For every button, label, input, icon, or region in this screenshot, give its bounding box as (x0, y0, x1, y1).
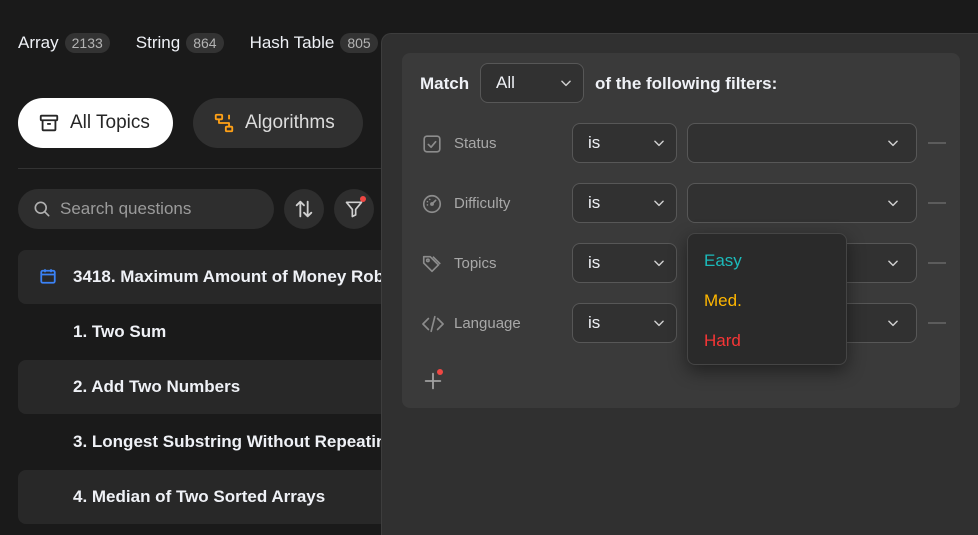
tag-count: 2133 (64, 33, 110, 53)
sort-arrows-icon (293, 198, 315, 220)
language-operator-select[interactable]: is (572, 303, 677, 343)
all-topics-button[interactable]: All Topics (18, 98, 173, 148)
remove-difficulty-filter-button[interactable] (928, 202, 946, 204)
divider (18, 168, 382, 169)
tag-count: 805 (340, 33, 378, 53)
tag-hash-table[interactable]: Hash Table 805 (250, 33, 378, 53)
match-description: of the following filters: (595, 74, 778, 93)
question-title: 3. Longest Substring Without Repeating C… (73, 432, 382, 451)
question-row[interactable]: 1. Two Sum (18, 305, 382, 359)
calendar-icon (39, 267, 57, 285)
search-input[interactable] (60, 199, 260, 219)
question-row[interactable]: 3. Longest Substring Without Repeating C… (18, 415, 382, 469)
operator-value: is (588, 133, 601, 152)
chevron-down-icon (886, 196, 900, 210)
filter-label-language: Language (454, 315, 521, 332)
operator-value: is (588, 313, 601, 332)
question-title: 3418. Maximum Amount of Money Robot Can … (73, 267, 382, 286)
remove-language-filter-button[interactable] (928, 322, 946, 324)
filter-button[interactable] (334, 189, 374, 229)
status-value-select[interactable] (687, 123, 917, 163)
difficulty-option-medium[interactable]: Med. (704, 291, 742, 311)
question-title: 2. Add Two Numbers (73, 377, 241, 396)
chevron-down-icon (559, 76, 573, 90)
tag-label: String (135, 33, 181, 52)
remove-status-filter-button[interactable] (928, 142, 946, 144)
difficulty-option-easy[interactable]: Easy (704, 251, 742, 271)
chevron-down-icon (652, 316, 666, 330)
tag-array[interactable]: Array 2133 (18, 33, 110, 53)
difficulty-value-select[interactable] (687, 183, 917, 223)
chevron-down-icon (886, 256, 900, 270)
tag-count: 864 (186, 33, 224, 53)
chevron-down-icon (652, 136, 666, 150)
filter-label-topics: Topics (454, 255, 497, 272)
gauge-icon (421, 193, 443, 215)
funnel-icon (344, 199, 364, 219)
search-icon (32, 199, 52, 219)
topic-tags: Array 2133 String 864 Hash Table 805 (18, 33, 378, 53)
match-select[interactable]: All (480, 63, 584, 103)
add-filter-dot (437, 369, 443, 375)
search-box (18, 189, 274, 229)
operator-value: is (588, 253, 601, 272)
status-operator-select[interactable]: is (572, 123, 677, 163)
chevron-down-icon (652, 196, 666, 210)
question-row[interactable]: 4. Median of Two Sorted Arrays (18, 470, 382, 524)
algorithm-flow-icon (213, 112, 235, 134)
chevron-down-icon (652, 256, 666, 270)
tag-label: Hash Table (249, 33, 335, 52)
all-topics-label: All Topics (70, 112, 150, 133)
filter-panel (402, 53, 960, 408)
tag-string[interactable]: String 864 (136, 33, 224, 53)
match-value: All (496, 73, 515, 92)
filter-active-dot (360, 196, 366, 202)
question-row-daily[interactable]: 3418. Maximum Amount of Money Robot Can … (18, 250, 382, 304)
algorithms-label: Algorithms (245, 112, 335, 133)
difficulty-operator-select[interactable]: is (572, 183, 677, 223)
filter-label-difficulty: Difficulty (454, 195, 511, 212)
chevron-down-icon (886, 136, 900, 150)
chevron-down-icon (886, 316, 900, 330)
difficulty-dropdown-menu: Easy Med. Hard (687, 233, 847, 365)
question-title: 4. Median of Two Sorted Arrays (73, 487, 326, 506)
code-icon (421, 313, 444, 335)
operator-value: is (588, 193, 601, 212)
filter-label-status: Status (454, 135, 497, 152)
tag-label: Array (18, 33, 59, 52)
match-label: Match (420, 74, 470, 93)
question-row[interactable]: 2. Add Two Numbers (18, 360, 382, 414)
tag-icon (421, 253, 443, 275)
archive-box-icon (38, 112, 60, 134)
question-title: 1. Two Sum (73, 322, 167, 341)
algorithms-button[interactable]: Algorithms (193, 98, 363, 148)
remove-topics-filter-button[interactable] (928, 262, 946, 264)
checkbox-icon (421, 133, 443, 155)
sort-button[interactable] (284, 189, 324, 229)
difficulty-option-hard[interactable]: Hard (704, 331, 741, 351)
topics-operator-select[interactable]: is (572, 243, 677, 283)
